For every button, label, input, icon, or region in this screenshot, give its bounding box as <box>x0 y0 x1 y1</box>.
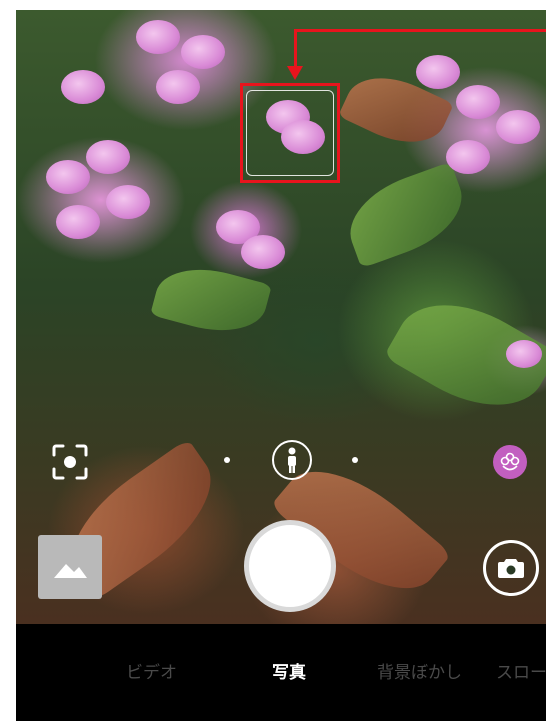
petal-shape <box>136 20 180 54</box>
petal-shape <box>446 140 490 174</box>
indicator-dot <box>352 457 358 463</box>
gallery-thumbnail-icon <box>54 564 87 578</box>
petal-shape <box>181 35 225 69</box>
petal-shape <box>56 205 100 239</box>
indicator-dot <box>224 457 230 463</box>
mode-slow-motion[interactable]: スロー <box>496 658 546 683</box>
portrait-button[interactable] <box>272 440 312 480</box>
flower-filter-icon <box>500 452 520 471</box>
lens-scan-icon <box>52 444 88 480</box>
petal-shape <box>416 55 460 89</box>
leaf-shape <box>337 161 475 269</box>
petal-shape <box>86 140 130 174</box>
mode-background-blur[interactable]: 背景ぼかし <box>377 658 462 683</box>
mode-selector-bar: ビデオ 写真 背景ぼかし スロー <box>16 624 546 721</box>
petal-shape <box>46 160 90 194</box>
petal-shape <box>61 70 105 104</box>
petal-shape <box>106 185 150 219</box>
petal-shape <box>506 340 542 368</box>
camera-screen: ビデオ 写真 背景ぼかし スロー <box>16 10 546 721</box>
camera-flip-icon <box>498 559 524 578</box>
shutter-button[interactable] <box>244 520 336 612</box>
petal-shape <box>156 70 200 104</box>
leaf-shape <box>150 256 272 344</box>
gallery-thumbnail-button[interactable] <box>38 535 102 599</box>
petal-shape <box>241 235 285 269</box>
portrait-person-icon <box>288 447 296 473</box>
mode-photo[interactable]: 写真 <box>272 658 306 683</box>
focus-highlight-box <box>240 83 340 183</box>
petal-shape <box>456 85 500 119</box>
filter-button[interactable] <box>493 445 527 479</box>
callout-arrow-icon <box>287 66 303 80</box>
lens-button[interactable] <box>50 442 90 482</box>
callout-line <box>294 29 546 32</box>
mode-video[interactable]: ビデオ <box>126 658 177 683</box>
camera-flip-button[interactable] <box>483 540 539 596</box>
petal-shape <box>496 110 540 144</box>
